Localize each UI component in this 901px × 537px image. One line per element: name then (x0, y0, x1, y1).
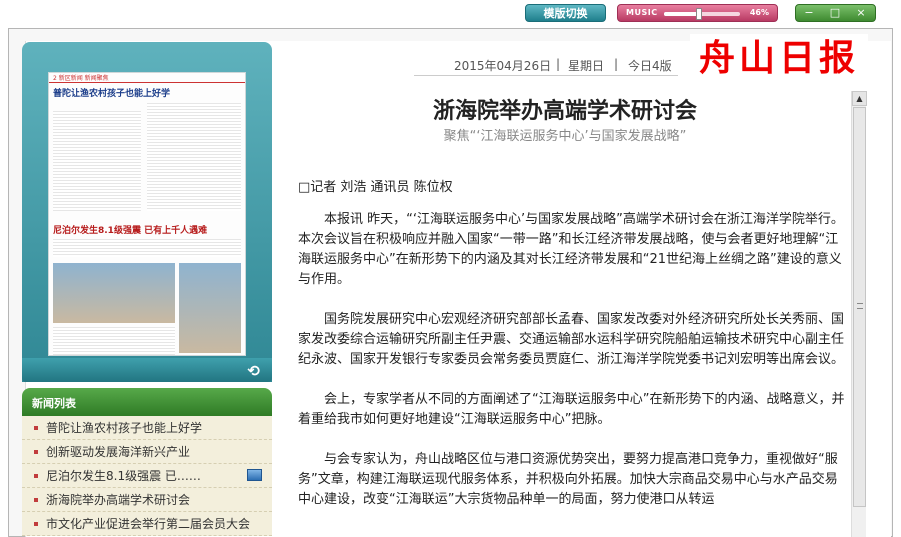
date-separator: | (556, 57, 561, 71)
article-paragraph: 本报讯 昨天，“‘江海联运服务中心’与国家发展战略”高端学术研讨会在浙江海洋学院… (298, 212, 844, 287)
left-panel: 2 新区新闻 新闻聚焦 普陀让渔农村孩子也能上好学 尼泊尔发生8.1级强震 已有… (22, 42, 272, 537)
volume-fill (664, 12, 699, 16)
issue-weekday: 星期日 (568, 59, 605, 73)
article-subtitle: 聚焦“‘江海联运服务中心’与国家发展战略” (443, 129, 687, 144)
issue-pages: 今日4版 (628, 59, 672, 73)
top-bar: 模版切换 MUSIC 46% − □ × (0, 0, 901, 26)
article-paragraph: 与会专家认为，舟山战略区位与港口资源优势突出，要努力提高港口竞争力，重视做好“服… (298, 452, 838, 507)
music-label: MUSIC (626, 8, 658, 17)
paper-box-header (22, 42, 272, 70)
article-scrollbar[interactable]: ▲ (851, 91, 867, 537)
thumb-photo (179, 263, 241, 353)
thumb-page-label: 2 新区新闻 新闻聚焦 (49, 73, 245, 83)
close-icon[interactable]: × (848, 5, 874, 21)
maximize-icon[interactable]: □ (822, 5, 848, 21)
issue-date: 2015年04月26日 (454, 59, 552, 73)
news-list-item[interactable]: 普陀让渔农村孩子也能上好学 (22, 416, 272, 440)
thumb-headline-top: 普陀让渔农村孩子也能上好学 (53, 89, 171, 99)
news-list-box: 新闻列表 普陀让渔农村孩子也能上好学 创新驱动发展海洋新兴产业 尼泊尔发生8.1… (22, 388, 272, 537)
thumb-text-block (53, 239, 241, 257)
thumb-text-block (53, 327, 175, 355)
thumb-photo (53, 263, 175, 323)
scrollbar-thumb[interactable] (853, 107, 866, 507)
template-switch-button[interactable]: 模版切换 (525, 4, 606, 22)
article-headline: 浙海院举办高端学术研讨会 (432, 98, 697, 124)
paper-box-footer: ⟲ (22, 358, 272, 382)
window-controls: − □ × (795, 4, 876, 22)
thumb-headline-mid: 尼泊尔发生8.1级强震 已有上千人遇难 (53, 226, 208, 236)
volume-knob[interactable] (695, 8, 702, 20)
article-paragraph: 会上，专家学者从不同的方面阐述了“江海联运服务中心”在新形势下的内涵、战略意义，… (298, 392, 845, 427)
volume-slider[interactable] (664, 8, 740, 20)
news-list: 普陀让渔农村孩子也能上好学 创新驱动发展海洋新兴产业 尼泊尔发生8.1级强震 已… (22, 416, 272, 536)
news-list-item[interactable]: 创新驱动发展海洋新兴产业 (22, 440, 272, 464)
news-list-item[interactable]: 浙海院举办高端学术研讨会 (22, 488, 272, 512)
paper-thumbnail-box: 2 新区新闻 新闻聚焦 普陀让渔农村孩子也能上好学 尼泊尔发生8.1级强震 已有… (22, 42, 272, 382)
volume-percent: 46% (749, 8, 769, 17)
news-list-title: 新闻列表 (22, 388, 272, 416)
article-paragraph: 国务院发展研究中心宏观经济研究部部长孟春、国家发改委对外经济研究所处长关秀丽、国… (298, 312, 845, 367)
article-byline: □记者 刘浩 通讯员 陈位权 (298, 180, 453, 195)
news-list-item-video[interactable]: 尼泊尔发生8.1级强震 已…… (22, 464, 272, 488)
news-item-label: 尼泊尔发生8.1级强震 已…… (46, 469, 201, 483)
news-list-item[interactable]: 市文化产业促进会举行第二届会员大会 (22, 512, 272, 536)
date-bar: 2015年04月26日 | 星期日 | 今日4版 (414, 52, 678, 76)
music-control: MUSIC 46% (617, 4, 778, 22)
article-body: □记者 刘浩 通讯员 陈位权 本报讯 昨天，“‘江海联运服务中心’与国家发展战略… (298, 178, 848, 537)
date-separator: | (614, 57, 619, 71)
minimize-icon[interactable]: − (796, 5, 822, 21)
thumb-text-block (147, 103, 241, 211)
thumb-text-block (53, 111, 141, 211)
scroll-grip-icon (857, 303, 863, 309)
video-icon (247, 469, 262, 481)
scroll-up-arrow-icon[interactable]: ▲ (852, 91, 867, 106)
paper-page-thumbnail[interactable]: 2 新区新闻 新闻聚焦 普陀让渔农村孩子也能上好学 尼泊尔发生8.1级强震 已有… (48, 72, 246, 356)
refresh-icon[interactable]: ⟲ (247, 362, 260, 380)
newspaper-masthead-logo: 舟山日报 (690, 34, 868, 82)
